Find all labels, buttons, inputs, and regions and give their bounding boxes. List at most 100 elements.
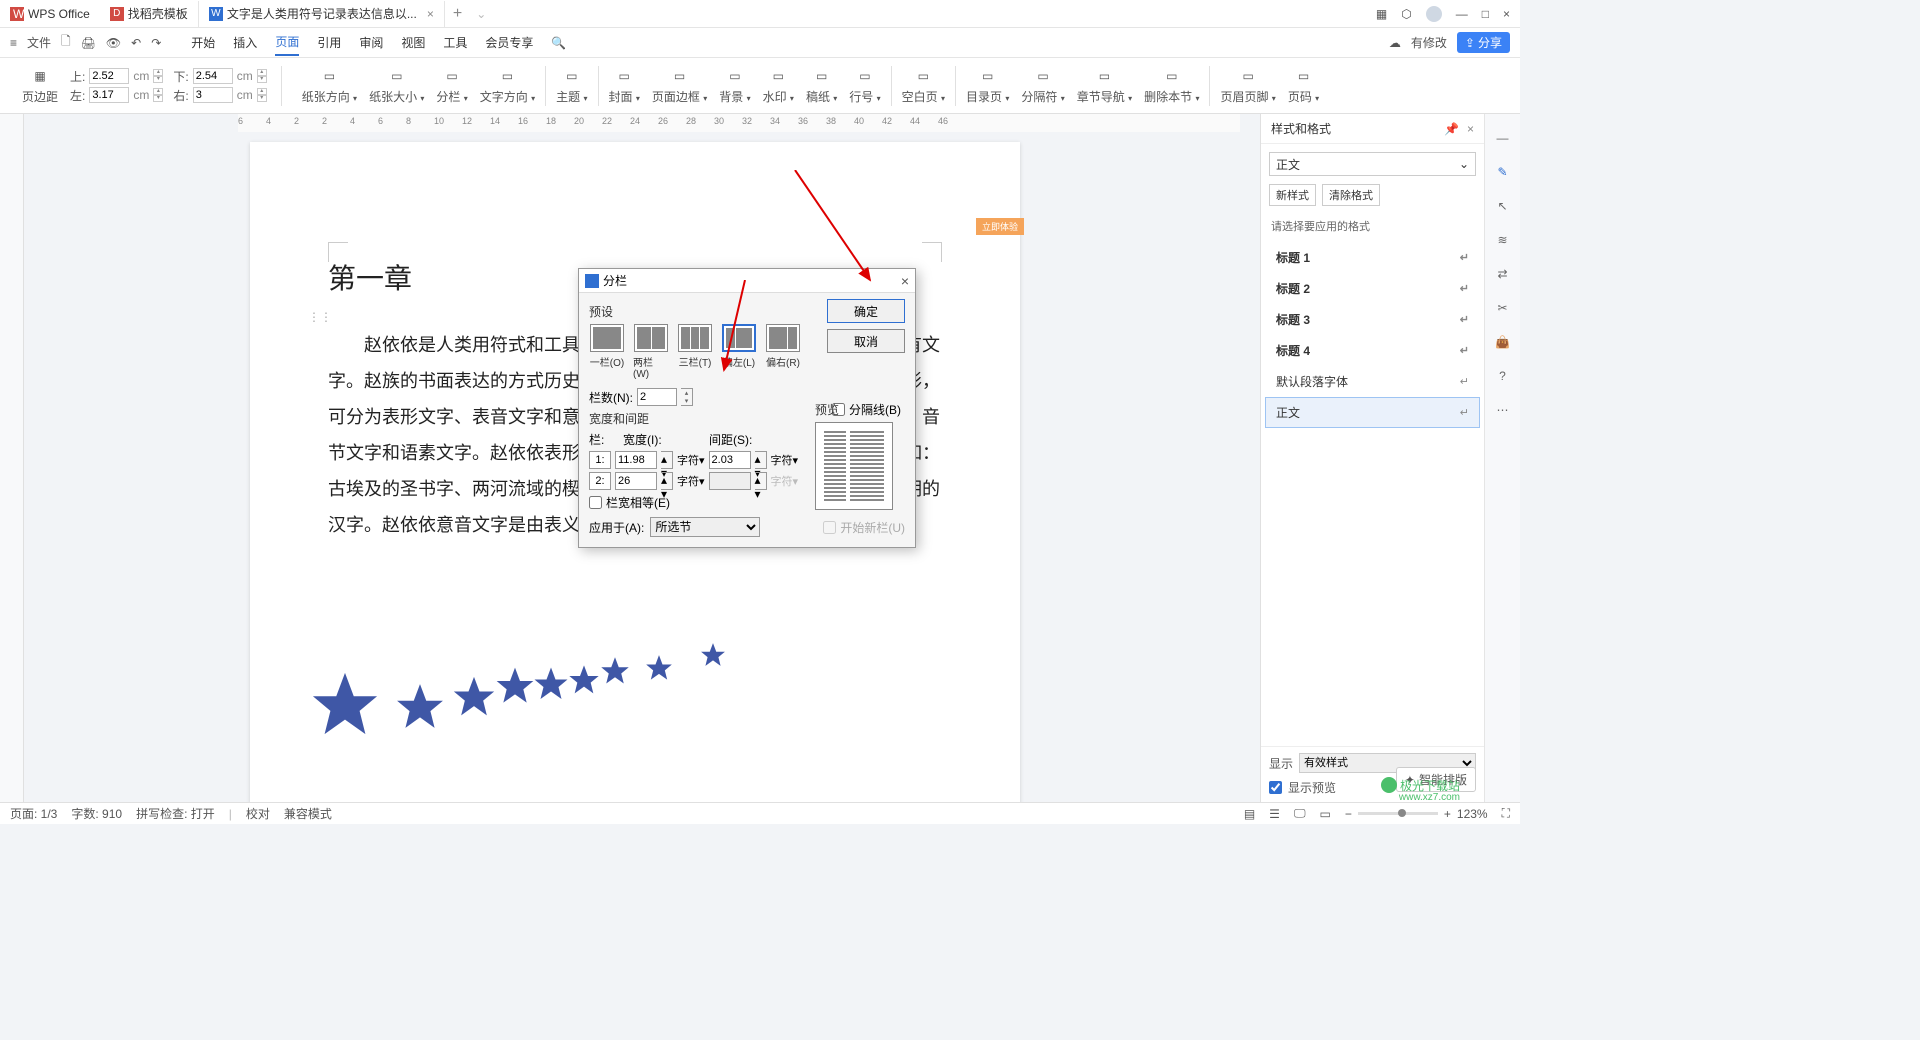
star-icon[interactable] <box>452 675 496 719</box>
preset-option[interactable]: 三栏(T) <box>677 324 713 380</box>
star-icon[interactable] <box>495 666 535 706</box>
spacing-input[interactable] <box>709 451 751 469</box>
ribbon-主题[interactable]: ▭主题 ▾ <box>550 64 593 107</box>
ribbon-行号[interactable]: ▭行号 ▾ <box>843 64 886 107</box>
redo-icon[interactable]: ↷ <box>151 36 161 50</box>
ribbon-目录页[interactable]: ▭目录页 ▾ <box>960 64 1015 107</box>
zoom-in-icon[interactable]: + <box>1444 807 1451 821</box>
brush-icon[interactable]: ✎ <box>1493 162 1513 182</box>
tab-menu-icon[interactable]: ⌄ <box>470 7 492 21</box>
star-icon[interactable] <box>600 656 630 686</box>
tab-document[interactable]: W 文字是人类用符号记录表达信息以... × <box>199 1 445 27</box>
apply-to-select[interactable]: 所选节 <box>650 517 760 537</box>
style-item[interactable]: 标题 4↵ <box>1265 335 1480 366</box>
style-item[interactable]: 标题 2↵ <box>1265 273 1480 304</box>
ribbon-页码[interactable]: ▭页码 ▾ <box>1282 64 1325 107</box>
zoom-out-icon[interactable]: − <box>1345 807 1352 821</box>
collapse-icon[interactable]: — <box>1493 128 1513 148</box>
promo-badge[interactable]: 立即体验 <box>976 218 1024 235</box>
transfer-icon[interactable]: ⇄ <box>1493 264 1513 284</box>
preset-option[interactable]: 偏右(R) <box>765 324 801 380</box>
ribbon-删除本节[interactable]: ▭删除本节 ▾ <box>1138 64 1205 107</box>
share-button[interactable]: ⇪分享 <box>1457 32 1510 53</box>
save-icon[interactable]: 🗋 <box>61 32 71 53</box>
grid-icon[interactable]: ▦ <box>1376 7 1387 21</box>
ribbon-封面[interactable]: ▭封面 ▾ <box>603 64 646 107</box>
ribbon-纸张大小[interactable]: ▭纸张大小 ▾ <box>363 64 430 107</box>
margin-bottom-input[interactable] <box>193 68 233 84</box>
view-print-icon[interactable]: ▤ <box>1244 807 1255 821</box>
margin-top-input[interactable] <box>89 68 129 84</box>
margin-right-input[interactable] <box>193 87 233 103</box>
close-icon[interactable]: × <box>427 7 434 21</box>
ribbon-章节导航[interactable]: ▭章节导航 ▾ <box>1071 64 1138 107</box>
style-item[interactable]: 默认段落字体↵ <box>1265 366 1480 397</box>
ribbon-分栏[interactable]: ▭分栏 ▾ <box>430 64 473 107</box>
status-proof[interactable]: 校对 <box>246 805 270 822</box>
star-icon[interactable] <box>395 682 445 732</box>
close-window-icon[interactable]: × <box>1503 7 1510 21</box>
bag-icon[interactable]: 👜 <box>1493 332 1513 352</box>
spinner[interactable]: ▴▾ <box>661 451 673 469</box>
file-menu[interactable]: 文件 <box>27 34 51 51</box>
tab-insert[interactable]: 插入 <box>233 30 257 55</box>
tab-ref[interactable]: 引用 <box>317 30 341 55</box>
ribbon-背景[interactable]: ▭背景 ▾ <box>713 64 756 107</box>
preset-option[interactable]: 一栏(O) <box>589 324 625 380</box>
ribbon-分隔符[interactable]: ▭分隔符 ▾ <box>1015 64 1070 107</box>
preset-option[interactable]: 两栏(W) <box>633 324 669 380</box>
more-icon[interactable]: ⋯ <box>1493 400 1513 420</box>
tab-review[interactable]: 审阅 <box>359 30 383 55</box>
ribbon-页眉页脚[interactable]: ▭页眉页脚 ▾ <box>1214 64 1281 107</box>
preview-icon[interactable]: 👁 <box>106 36 121 50</box>
close-icon[interactable]: × <box>1467 122 1474 136</box>
star-icon[interactable] <box>700 642 726 668</box>
preview-checkbox[interactable] <box>1269 781 1282 794</box>
style-item[interactable]: 标题 3↵ <box>1265 304 1480 335</box>
tab-member[interactable]: 会员专享 <box>485 30 533 55</box>
view-read-icon[interactable]: ▭ <box>1320 807 1331 821</box>
spinner[interactable]: ▴▾ <box>153 69 163 83</box>
ribbon-页面边框[interactable]: ▭页面边框 ▾ <box>646 64 713 107</box>
clear-format-button[interactable]: 清除格式 <box>1322 184 1380 206</box>
search-icon[interactable]: 🔍 <box>551 32 566 54</box>
tab-start[interactable]: 开始 <box>191 30 215 55</box>
style-item[interactable]: 标题 1↵ <box>1265 242 1480 273</box>
star-icon[interactable] <box>310 670 380 740</box>
ribbon-水印[interactable]: ▭水印 ▾ <box>757 64 800 107</box>
preset-option[interactable]: 偏左(L) <box>721 324 757 380</box>
tab-template[interactable]: D 找稻壳模板 <box>100 1 199 27</box>
margin-left-input[interactable] <box>89 87 129 103</box>
tools-icon[interactable]: ✂ <box>1493 298 1513 318</box>
zoom-value[interactable]: 123% <box>1457 807 1488 821</box>
width-input[interactable] <box>615 451 657 469</box>
pin-icon[interactable]: 📌 <box>1444 122 1459 136</box>
avatar-icon[interactable] <box>1426 6 1442 22</box>
view-web-icon[interactable]: 🖵 <box>1294 806 1306 821</box>
maximize-icon[interactable]: □ <box>1482 7 1489 21</box>
add-tab-button[interactable]: + <box>445 5 470 23</box>
minimize-icon[interactable]: — <box>1456 7 1468 21</box>
spinner[interactable]: ▴▾ <box>681 388 693 406</box>
new-style-button[interactable]: 新样式 <box>1269 184 1316 206</box>
tab-page[interactable]: 页面 <box>275 29 299 56</box>
layers-icon[interactable]: ≋ <box>1493 230 1513 250</box>
margin-button[interactable]: ▦页边距 <box>16 64 64 107</box>
equal-width-checkbox[interactable] <box>589 496 602 509</box>
view-outline-icon[interactable]: ☰ <box>1269 807 1280 821</box>
ribbon-纸张方向[interactable]: ▭纸张方向 ▾ <box>296 64 363 107</box>
tab-view[interactable]: 视图 <box>401 30 425 55</box>
ribbon-文字方向[interactable]: ▭文字方向 ▾ <box>474 64 541 107</box>
width-input[interactable] <box>615 472 657 490</box>
undo-icon[interactable]: ↶ <box>131 36 141 50</box>
cube-icon[interactable]: ⬡ <box>1401 7 1411 21</box>
print-icon[interactable]: 🖨 <box>81 36 96 50</box>
ok-button[interactable]: 确定 <box>827 299 905 323</box>
current-style-select[interactable]: 正文⌄ <box>1269 152 1476 176</box>
tab-tools[interactable]: 工具 <box>443 30 467 55</box>
star-icon[interactable] <box>533 666 569 702</box>
spinner[interactable]: ▴▾ <box>661 472 673 490</box>
status-spell[interactable]: 拼写检查: 打开 <box>136 805 215 822</box>
zoom-slider[interactable] <box>1358 812 1438 815</box>
status-words[interactable]: 字数: 910 <box>71 805 122 822</box>
